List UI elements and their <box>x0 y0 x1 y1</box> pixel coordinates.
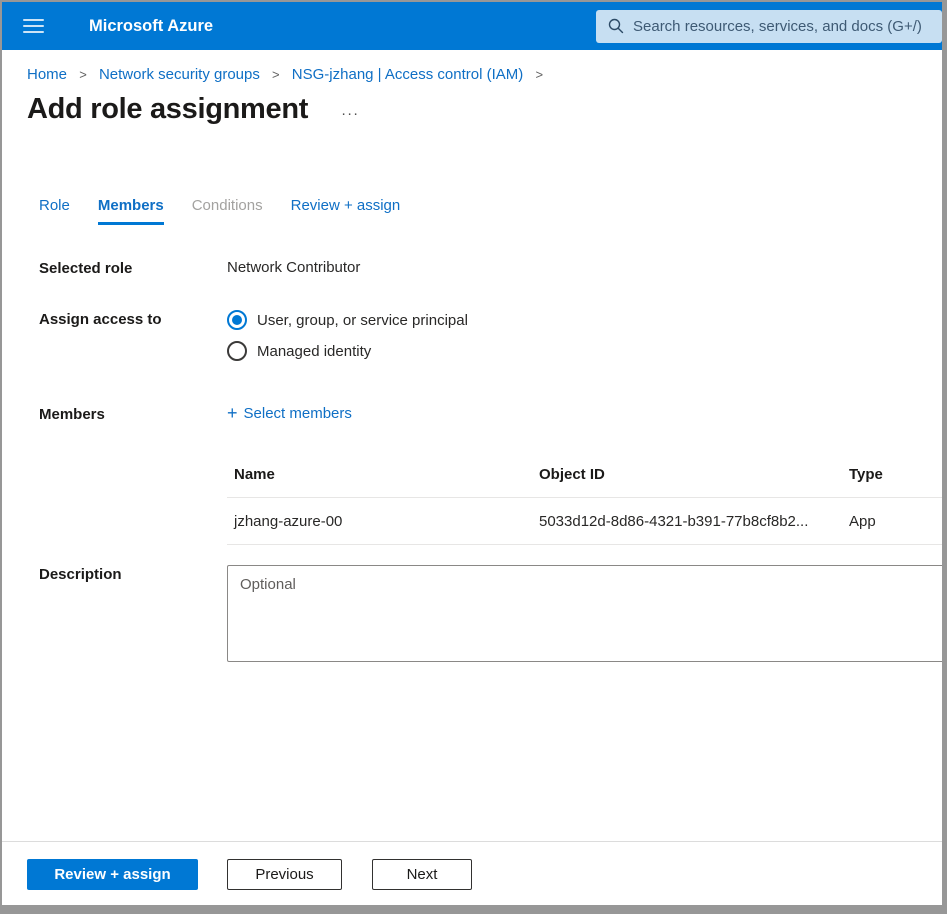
breadcrumb-network-security-groups[interactable]: Network security groups <box>99 66 260 83</box>
breadcrumb-separator: > <box>79 67 87 82</box>
radio-user-group-service-principal[interactable]: User, group, or service principal <box>227 310 942 330</box>
azure-portal-window: Microsoft Azure Home > Network security … <box>0 0 947 914</box>
members-label: Members <box>39 405 227 545</box>
radio-label: Managed identity <box>257 343 371 360</box>
members-table: Name Object ID Type jzhang-azure-00 5033… <box>227 466 947 545</box>
selected-role-value: Network Contributor <box>227 259 942 277</box>
column-header-name: Name <box>227 466 539 483</box>
radio-label: User, group, or service principal <box>257 312 468 329</box>
review-assign-button[interactable]: Review + assign <box>27 859 198 890</box>
breadcrumb-nsg-access-control[interactable]: NSG-jzhang | Access control (IAM) <box>292 66 523 83</box>
tab-bar: Role Members Conditions Review + assign <box>39 197 942 225</box>
radio-unselected-icon <box>227 341 247 361</box>
hamburger-menu-icon[interactable] <box>23 15 44 37</box>
breadcrumb-separator: > <box>272 67 280 82</box>
footer-bar: Review + assign Previous Next <box>2 841 942 905</box>
member-type-cell: App <box>849 513 947 530</box>
assign-access-to-label: Assign access to <box>39 310 227 372</box>
selected-role-label: Selected role <box>39 259 227 277</box>
select-members-label: Select members <box>244 405 352 422</box>
search-icon <box>608 18 624 34</box>
breadcrumb-home[interactable]: Home <box>27 66 67 83</box>
previous-button[interactable]: Previous <box>227 859 342 890</box>
role-assignment-form: Selected role Network Contributor Assign… <box>2 259 942 666</box>
table-row: jzhang-azure-00 5033d12d-8d86-4321-b391-… <box>227 498 947 545</box>
global-search-box[interactable] <box>596 10 942 43</box>
overflow-menu-icon[interactable]: ··· <box>341 97 359 122</box>
tab-members[interactable]: Members <box>98 197 164 225</box>
member-name-cell: jzhang-azure-00 <box>227 513 539 530</box>
selected-role-row: Selected role Network Contributor <box>39 259 942 277</box>
search-input[interactable] <box>633 18 942 35</box>
member-object-id-cell: 5033d12d-8d86-4321-b391-77b8cf8b2... <box>539 513 849 530</box>
column-header-object-id: Object ID <box>539 466 849 483</box>
title-row: Add role assignment ··· <box>27 93 942 126</box>
description-label: Description <box>39 565 227 666</box>
radio-selected-icon <box>227 310 247 330</box>
tab-role[interactable]: Role <box>39 197 70 225</box>
column-header-type: Type <box>849 466 947 483</box>
breadcrumb: Home > Network security groups > NSG-jzh… <box>27 66 942 84</box>
page-title: Add role assignment <box>27 93 308 126</box>
add-icon: + <box>227 406 238 421</box>
members-table-header: Name Object ID Type <box>227 466 947 498</box>
top-bar: Microsoft Azure <box>2 2 942 50</box>
tab-conditions[interactable]: Conditions <box>192 197 263 225</box>
assign-access-to-row: Assign access to User, group, or service… <box>39 310 942 372</box>
breadcrumb-separator: > <box>535 67 543 82</box>
next-button[interactable]: Next <box>372 859 472 890</box>
tab-review-assign[interactable]: Review + assign <box>291 197 401 225</box>
radio-managed-identity[interactable]: Managed identity <box>227 341 942 361</box>
app-title[interactable]: Microsoft Azure <box>89 17 213 36</box>
description-row: Description <box>39 565 942 666</box>
description-input[interactable] <box>227 565 947 662</box>
members-row: Members + Select members Name Object ID … <box>39 405 942 545</box>
select-members-link[interactable]: + Select members <box>227 405 352 422</box>
